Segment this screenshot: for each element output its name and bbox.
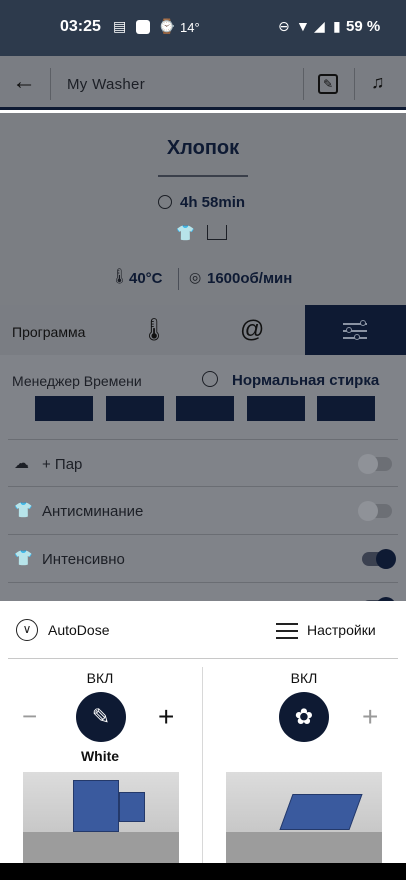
options-panel: Менеджер Времени Нормальная стирка ☁ + П… <box>0 355 406 601</box>
time-manager-mode: Нормальная стирка <box>232 372 380 389</box>
summary-divider <box>178 268 179 290</box>
watch-icon: ⌚ <box>158 18 176 34</box>
shirt-icon: 👕 <box>14 550 33 567</box>
column-divider <box>202 667 203 863</box>
settings-sliders-icon[interactable] <box>276 623 298 625</box>
steam-icon: ☁ <box>14 455 29 472</box>
option-label: Интенсивно <box>42 551 125 568</box>
appliance-title: My Washer <box>67 76 145 93</box>
option-row-intensive[interactable]: 👕 Интенсивно <box>8 535 398 583</box>
time-manager-segment[interactable] <box>317 396 375 421</box>
app-notification-icon <box>136 20 150 34</box>
increase-button[interactable]: + <box>158 701 174 733</box>
battery-icon: ▮ <box>333 18 341 34</box>
wifi-icon: ▼ <box>296 18 310 34</box>
program-tabs: Программа 🌡 @ <box>0 305 406 355</box>
time-manager-clock-icon <box>202 371 218 387</box>
header-divider <box>50 68 51 100</box>
option-label: + Пар <box>42 456 83 473</box>
dnd-icon: ⊖ <box>278 18 290 34</box>
settings-link[interactable]: Настройки <box>307 622 376 638</box>
intensive-toggle[interactable] <box>362 549 396 569</box>
option-row-anticrease[interactable]: 👕 Антисминание <box>8 487 398 535</box>
option-row-partial[interactable]: ⊔ <box>8 583 398 601</box>
settings-sliders-icon[interactable] <box>276 637 298 639</box>
status-bar: 03:25 ▤ ⌚ 14° ⊖ ▼ ◢ ▮ 59 % <box>0 0 406 56</box>
basket-icon <box>207 225 227 240</box>
program-temperature: 40°C <box>129 270 163 287</box>
wrench-icon[interactable]: ✎ <box>318 74 338 94</box>
program-name: Хлопок <box>166 137 240 159</box>
back-arrow-icon[interactable]: ← <box>12 68 36 96</box>
thermometer-icon: 🌡 <box>110 268 130 285</box>
autodose-label[interactable]: AutoDose <box>48 622 109 638</box>
time-manager-segment[interactable] <box>176 396 234 421</box>
time-manager-segment[interactable] <box>247 396 305 421</box>
tab-program[interactable]: Программа <box>12 324 85 340</box>
header-divider <box>354 68 355 100</box>
chevron-down-icon[interactable]: ∨ <box>16 619 38 641</box>
detergent-name: White <box>80 748 120 764</box>
sliders-icon-knob <box>354 334 360 340</box>
option-label: Антисминание <box>42 503 144 520</box>
increase-button-disabled: + <box>362 701 379 732</box>
detergent-icon[interactable]: ✎ <box>76 692 126 742</box>
shirt-icon: 👕 <box>176 225 195 242</box>
time-manager-label: Менеджер Времени <box>12 373 142 389</box>
tab-temperature-thermometer-icon[interactable]: 🌡 <box>140 317 168 343</box>
spin-icon: ◎ <box>189 269 202 285</box>
softener-state: ВКЛ <box>290 670 318 686</box>
sheet-divider <box>8 658 398 659</box>
tab-spin-icon[interactable]: @ <box>240 316 264 344</box>
option-row-steam[interactable]: ☁ + Пар <box>8 439 398 487</box>
sliders-icon-knob <box>346 327 352 333</box>
flower-icon[interactable]: ✿ <box>279 692 329 742</box>
bell-icon[interactable]: ♫ <box>371 72 385 93</box>
program-duration: 4h 58min <box>180 194 246 211</box>
header-divider <box>303 68 304 100</box>
app-header: ← My Washer ✎ ♫ <box>0 56 406 110</box>
clock-icon <box>158 195 172 209</box>
program-summary: Хлопок 4h 58min 👕 🌡 40°C ◎ 1600об/мин <box>0 113 406 305</box>
notification-icon: ▤ <box>113 18 127 34</box>
status-time: 03:25 <box>60 18 101 35</box>
program-underline <box>158 175 248 177</box>
time-manager-segment[interactable] <box>35 396 93 421</box>
shirt-icon: 👕 <box>14 502 33 519</box>
battery-level: 59 % <box>346 18 381 35</box>
decrease-button[interactable]: − <box>22 701 37 732</box>
time-manager-segment[interactable] <box>106 396 164 421</box>
steam-toggle[interactable] <box>358 454 392 474</box>
detergent-drawer-image <box>23 772 179 863</box>
softener-drawer-image <box>226 772 382 863</box>
anticrease-toggle[interactable] <box>358 501 392 521</box>
program-spin: 1600об/мин <box>207 270 293 287</box>
detergent-state: ВКЛ <box>86 670 114 686</box>
settings-sliders-icon[interactable] <box>276 630 298 632</box>
signal-icon: ◢ <box>314 18 325 34</box>
system-nav-bar <box>0 863 406 880</box>
autodose-sheet: ∨ AutoDose Настройки ВКЛ − ✎ + White ВКЛ… <box>0 601 406 863</box>
status-temperature: 14° <box>180 20 200 35</box>
sliders-icon-knob <box>360 320 366 326</box>
